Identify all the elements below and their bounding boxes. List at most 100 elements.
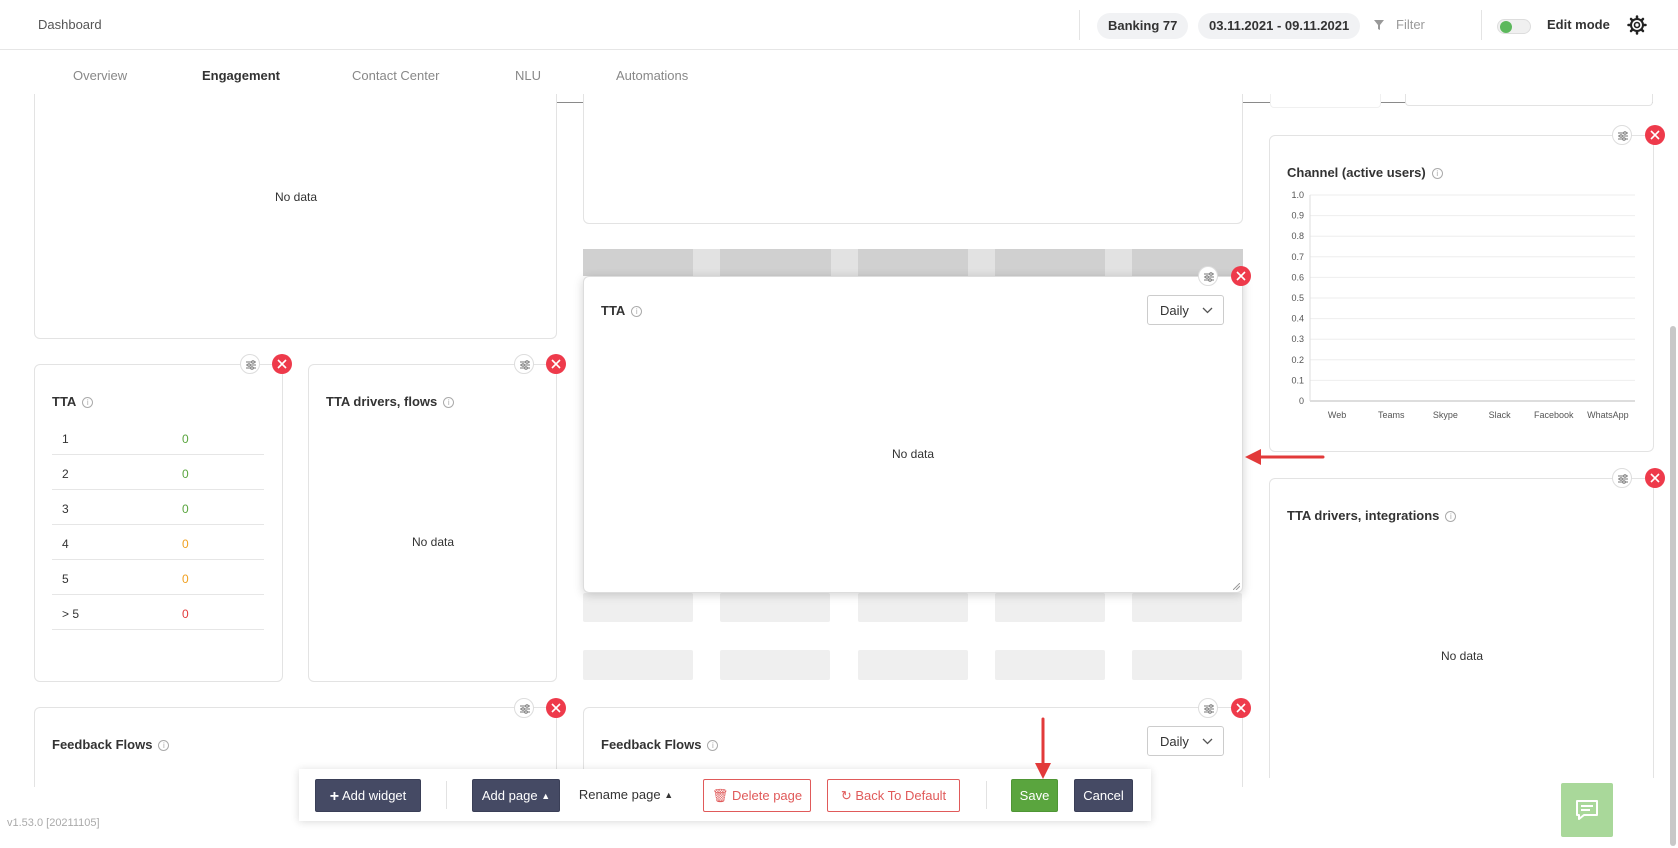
x-tick-label: Web <box>1328 410 1346 420</box>
widget-tta-table[interactable]: TTA i 10 20 30 40 50 > 50 <box>34 364 283 682</box>
partial-widget <box>1405 94 1653 106</box>
info-icon[interactable]: i <box>631 306 643 317</box>
widget-top-middle <box>583 94 1243 224</box>
close-icon <box>1650 473 1660 483</box>
info-icon[interactable]: i <box>158 740 170 751</box>
grid-placeholder <box>1132 593 1242 622</box>
edit-mode-toggle[interactable] <box>1497 19 1531 34</box>
chat-button[interactable] <box>1561 783 1613 837</box>
version-label: v1.53.0 [20211105] <box>7 817 100 829</box>
back-to-default-button[interactable]: ↻ Back To Default <box>827 779 960 812</box>
sliders-icon <box>1618 131 1628 141</box>
close-icon <box>1236 271 1246 281</box>
y-tick-label: 0.9 <box>1291 211 1304 221</box>
tab-contact-center[interactable]: Contact Center <box>352 68 439 83</box>
close-icon <box>277 359 287 369</box>
widget-remove-button[interactable] <box>1645 468 1665 488</box>
close-icon <box>1236 703 1246 713</box>
tab-engagement[interactable]: Engagement <box>202 68 280 83</box>
info-icon[interactable]: i <box>82 397 94 408</box>
no-data-text: No data <box>411 535 455 549</box>
add-widget-button[interactable]: + Add widget <box>315 779 421 812</box>
filter-button[interactable]: Filter <box>1374 17 1425 32</box>
add-page-button[interactable]: Add page ▲ <box>472 779 560 812</box>
info-icon[interactable]: i <box>1431 168 1443 179</box>
partial-widget <box>1270 94 1381 108</box>
table-row: 50 <box>52 560 264 595</box>
info-icon[interactable]: i <box>707 740 719 751</box>
refresh-icon: ↻ <box>840 788 852 803</box>
grid-placeholder <box>858 650 968 680</box>
grid-placeholder <box>1132 650 1242 680</box>
delete-page-button[interactable]: 🗑 Delete page <box>703 779 811 812</box>
widget-tta-drivers-flows[interactable]: TTA drivers, flows i No data <box>308 364 557 682</box>
widget-top-left: No data <box>34 94 557 339</box>
page-title: Dashboard <box>38 17 102 32</box>
gear-icon[interactable] <box>1627 15 1647 35</box>
sliders-icon <box>1204 704 1214 714</box>
widget-settings-button[interactable] <box>1198 266 1218 286</box>
x-tick-label: Slack <box>1489 410 1512 420</box>
tab-automations[interactable]: Automations <box>616 68 688 83</box>
widget-settings-button[interactable] <box>514 698 534 718</box>
y-tick-label: 0.7 <box>1291 252 1304 262</box>
chevron-down-icon <box>1202 738 1213 745</box>
widget-settings-button[interactable] <box>1198 698 1218 718</box>
save-button[interactable]: Save <box>1011 779 1058 812</box>
widget-tta-dragging[interactable]: TTA i Daily No data <box>583 276 1243 593</box>
top-bar: Dashboard Banking 77 03.11.2021 - 09.11.… <box>0 0 1678 50</box>
widget-remove-button[interactable] <box>1231 266 1251 286</box>
y-tick-label: 0.3 <box>1291 334 1304 344</box>
granularity-select[interactable]: Daily <box>1147 726 1224 756</box>
grid-placeholder <box>720 650 830 680</box>
widget-settings-button[interactable] <box>1612 125 1632 145</box>
tab-nlu[interactable]: NLU <box>515 68 541 83</box>
widget-remove-button[interactable] <box>272 354 292 374</box>
chevron-down-icon <box>1202 307 1213 314</box>
widget-title: Feedback Flows i <box>52 737 170 752</box>
y-tick-label: 0.5 <box>1291 293 1304 303</box>
resize-handle-icon[interactable] <box>1233 583 1240 590</box>
widget-settings-button[interactable] <box>240 354 260 374</box>
grid-placeholder <box>720 593 830 622</box>
plus-icon: + <box>329 788 340 805</box>
rename-page-button[interactable]: Rename page ▲ <box>573 779 679 812</box>
filter-label: Filter <box>1396 17 1425 32</box>
widget-tta-drivers-integrations[interactable]: TTA drivers, integrations i No data <box>1269 478 1654 778</box>
sliders-icon <box>246 360 256 370</box>
info-icon[interactable]: i <box>443 397 455 408</box>
divider <box>1481 10 1482 40</box>
table-row: 40 <box>52 525 264 560</box>
chat-icon <box>1576 800 1598 820</box>
grid-placeholder <box>583 593 693 622</box>
y-tick-label: 0 <box>1299 396 1304 406</box>
y-tick-label: 0.6 <box>1291 272 1304 282</box>
scrollbar[interactable] <box>1670 326 1676 846</box>
widget-remove-button[interactable] <box>546 698 566 718</box>
annotation-arrow-down <box>1035 717 1051 779</box>
widget-settings-button[interactable] <box>1612 468 1632 488</box>
tab-overview[interactable]: Overview <box>73 68 127 83</box>
cancel-button[interactable]: Cancel <box>1074 779 1133 812</box>
table-row: 20 <box>52 455 264 490</box>
info-icon[interactable]: i <box>1445 511 1457 522</box>
divider <box>986 781 987 809</box>
widget-remove-button[interactable] <box>1231 698 1251 718</box>
table-row: 10 <box>52 420 264 455</box>
x-tick-label: Skype <box>1433 410 1458 420</box>
sliders-icon <box>1618 474 1628 484</box>
date-range-picker[interactable]: 03.11.2021 - 09.11.2021 <box>1198 13 1361 39</box>
grid-placeholder <box>995 650 1105 680</box>
project-selector[interactable]: Banking 77 <box>1097 13 1189 39</box>
widget-remove-button[interactable] <box>1645 125 1665 145</box>
sliders-icon <box>520 360 530 370</box>
no-data-text: No data <box>274 190 318 204</box>
widget-settings-button[interactable] <box>514 354 534 374</box>
trash-icon: 🗑 <box>711 788 729 803</box>
grid-placeholder <box>995 593 1105 622</box>
x-tick-label: Teams <box>1378 410 1405 420</box>
widget-remove-button[interactable] <box>546 354 566 374</box>
close-icon <box>551 359 561 369</box>
y-tick-label: 0.8 <box>1291 231 1304 241</box>
granularity-select[interactable]: Daily <box>1147 295 1224 325</box>
